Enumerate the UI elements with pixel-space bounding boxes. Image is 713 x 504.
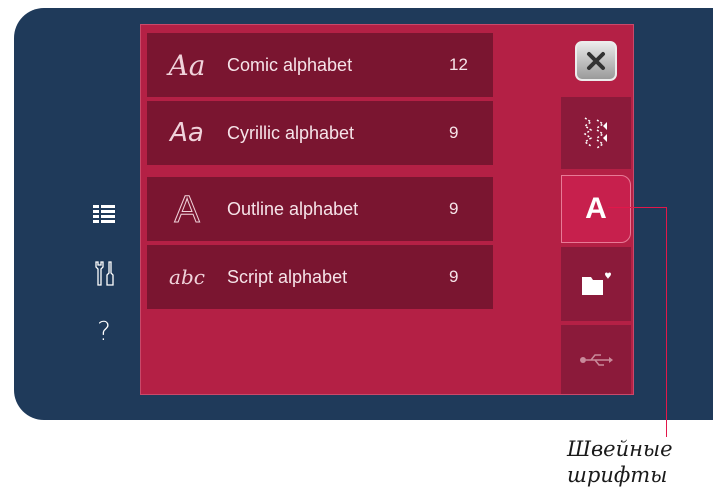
alphabet-count: 9 xyxy=(449,199,459,218)
callout-label: Швейные шрифты xyxy=(567,436,707,488)
alphabet-count: 9 xyxy=(449,123,459,142)
usb-icon xyxy=(580,353,613,366)
folder-heart-icon xyxy=(582,272,611,295)
alphabet-name: Comic alphabet xyxy=(227,54,353,75)
tab-personal-folder[interactable] xyxy=(561,247,631,321)
list-item-script-alphabet[interactable]: abc Script alphabet 9 xyxy=(147,245,493,311)
list-item-outline-alphabet[interactable]: A Outline alphabet 9 xyxy=(147,177,493,243)
tab-usb[interactable] xyxy=(561,325,631,394)
category-tabs: A xyxy=(561,25,633,394)
alphabet-name: Outline alphabet xyxy=(227,198,359,219)
tab-stitches[interactable] xyxy=(561,97,631,169)
callout-line xyxy=(666,207,667,437)
close-icon xyxy=(575,41,617,81)
tab-stitch-fonts[interactable]: A xyxy=(561,175,631,243)
stitch-pattern-icon xyxy=(583,117,607,149)
alphabet-name: Script alphabet xyxy=(227,266,348,287)
callout-line-2: шрифты xyxy=(567,463,668,487)
comic-alphabet-sample-icon: Aa xyxy=(168,48,206,82)
font-selection-panel: Aa Comic alphabet 12 Aa Cyrillic alphabe… xyxy=(140,24,634,395)
outline-alphabet-sample-icon: A xyxy=(147,188,227,231)
list-item-cyrillic-alphabet[interactable]: Aa Cyrillic alphabet 9 xyxy=(147,101,493,167)
alphabet-name: Cyrillic alphabet xyxy=(227,122,355,143)
menu-list-icon[interactable] xyxy=(84,196,124,232)
close-button[interactable] xyxy=(561,31,631,91)
list-item-comic-alphabet[interactable]: Aa Comic alphabet 12 xyxy=(147,33,493,99)
svg-text:A: A xyxy=(174,189,200,230)
alphabet-count: 12 xyxy=(449,55,468,74)
script-alphabet-sample-icon: abc xyxy=(169,265,205,289)
alphabet-count: 9 xyxy=(449,267,459,286)
callout-line xyxy=(608,207,666,208)
cyrillic-alphabet-sample-icon: Aa xyxy=(170,118,204,148)
help-button[interactable]: ? xyxy=(84,314,124,350)
callout-line-1: Швейные xyxy=(567,437,673,461)
tools-settings-icon[interactable] xyxy=(84,256,124,292)
